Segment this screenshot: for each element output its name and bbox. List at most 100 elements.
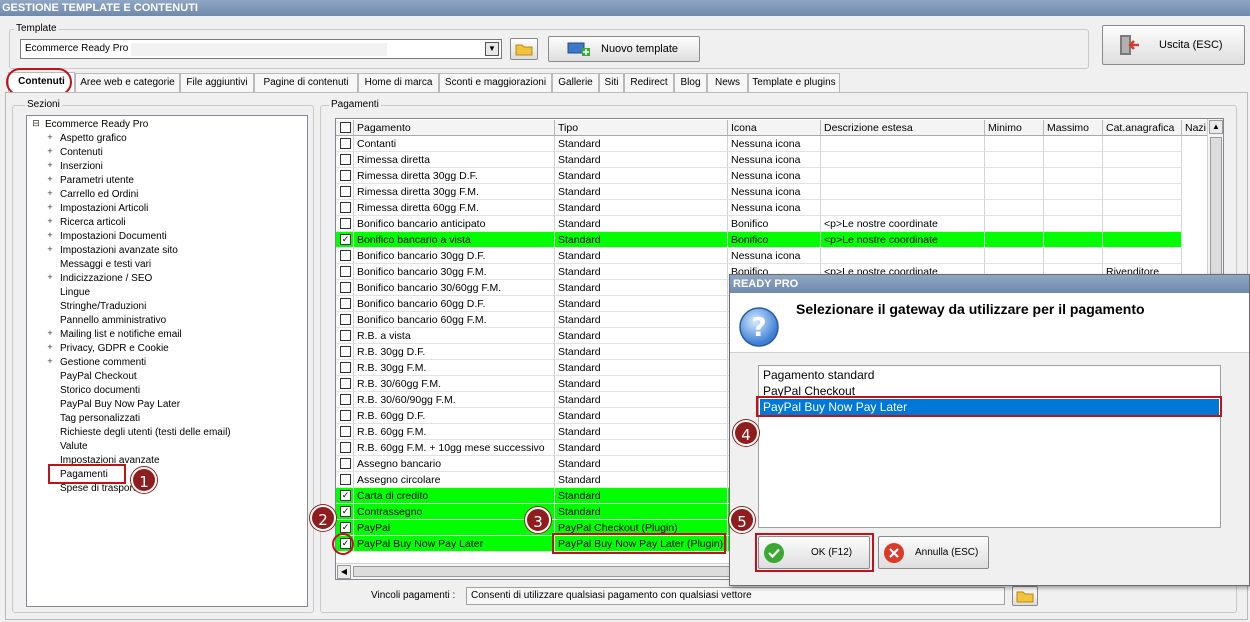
column-header[interactable]: Tipo [555,120,728,136]
expand-icon[interactable]: + [46,188,54,198]
row-checkbox[interactable] [340,410,351,421]
row-checkbox[interactable] [340,346,351,357]
tree-item[interactable]: Aspetto grafico [60,132,127,146]
select-all-checkbox[interactable] [340,122,351,133]
exit-button[interactable]: Uscita (ESC) [1102,25,1245,65]
column-header[interactable]: Minimo [985,120,1044,136]
cancel-button[interactable]: Annulla (ESC) [878,536,989,569]
tree-item[interactable]: Impostazioni Articoli [60,202,148,216]
collapse-icon[interactable]: ⊟ [32,118,40,129]
constraints-edit-button[interactable] [1012,586,1038,606]
expand-icon[interactable]: + [46,356,54,366]
expand-icon[interactable]: + [46,132,54,142]
tab-sconti-e-maggiorazioni[interactable]: Sconti e maggiorazioni [439,73,552,92]
row-checkbox[interactable] [340,442,351,453]
new-template-button[interactable]: Nuovo template [548,36,700,62]
row-checkbox[interactable] [340,458,351,469]
row-checkbox[interactable] [340,282,351,293]
gateway-option[interactable]: Pagamento standard [760,367,1219,383]
expand-icon[interactable]: + [46,272,54,282]
checked-checkbox[interactable]: ✓ [340,490,351,501]
tree-item[interactable]: Storico documenti [60,384,140,398]
column-header[interactable]: Icona [728,120,821,136]
table-row[interactable]: Rimessa diretta 30gg D.F. Standard Nessuna… [336,168,1208,184]
hscroll-thumb[interactable] [353,566,733,577]
tab-news[interactable]: News [707,73,748,92]
tree-item[interactable]: Mailing list e notifiche email [60,328,182,342]
template-select[interactable]: Ecommerce Ready Pro ▼ [20,39,502,59]
row-checkbox[interactable] [340,202,351,213]
column-header[interactable]: Descrizione estesa [821,120,985,136]
tree-item[interactable]: Valute [60,440,88,454]
expand-icon[interactable]: + [46,216,54,226]
row-checkbox[interactable] [340,362,351,373]
checked-checkbox[interactable]: ✓ [340,506,351,517]
tree-item[interactable]: Carrello ed Ordini [60,188,138,202]
expand-icon[interactable]: + [46,244,54,254]
chevron-down-icon[interactable]: ▼ [485,42,499,56]
expand-icon[interactable]: + [46,146,54,156]
table-row[interactable]: Bonifico bancario anticipato Standard Boni… [336,216,1208,232]
tab-pagine-di-contenuti[interactable]: Pagine di contenuti [254,73,358,92]
tab-aree-web-e-categorie[interactable]: Aree web e categorie [75,73,180,92]
gateway-list[interactable]: Pagamento standard PayPal Checkout PayPal … [758,365,1221,528]
tree-item[interactable]: Gestione commenti [60,356,146,370]
row-checkbox[interactable] [340,250,351,261]
open-folder-button[interactable] [510,38,538,60]
row-checkbox[interactable] [340,218,351,229]
tree-item[interactable]: Indicizzazione / SEO [60,272,152,286]
row-checkbox[interactable] [340,170,351,181]
tree-item[interactable]: Spese di trasporto [60,482,141,496]
column-header[interactable]: Massimo [1044,120,1103,136]
row-checkbox[interactable] [340,138,351,149]
row-checkbox[interactable] [340,186,351,197]
column-header[interactable]: Pagamento [354,120,555,136]
sections-tree[interactable]: Ecommerce Ready Pro ⊟ + Aspetto grafico + Con… [26,115,308,607]
table-row[interactable]: Rimessa diretta Standard Nessuna icona [336,152,1208,168]
tab-home-di-marca[interactable]: Home di marca [358,73,439,92]
table-row[interactable]: ✓ Bonifico bancario a vista Standard Bonifi… [336,232,1208,248]
tree-item[interactable]: Inserzioni [60,160,103,174]
tab-blog[interactable]: Blog [674,73,707,92]
tree-item[interactable]: Ricerca articoli [60,216,126,230]
scroll-left-arrow-icon[interactable]: ◀ [337,565,351,579]
row-checkbox[interactable] [340,474,351,485]
row-checkbox[interactable] [340,394,351,405]
tree-item[interactable]: Lingue [60,286,90,300]
table-row[interactable]: Rimessa diretta 60gg F.M. Standard Nessuna… [336,200,1208,216]
expand-icon[interactable]: + [46,230,54,240]
tree-item[interactable]: Impostazioni Documenti [60,230,167,244]
expand-icon[interactable]: + [46,174,54,184]
tab-template-e-plugins[interactable]: Template e plugins [748,73,840,92]
tree-item[interactable]: Stringhe/Traduzioni [60,300,146,314]
constraints-field[interactable]: Consenti di utilizzare qualsiasi pagamen… [466,587,1005,605]
table-row[interactable]: Rimessa diretta 30gg F.M. Standard Nessuna… [336,184,1208,200]
checked-checkbox[interactable]: ✓ [340,522,351,533]
tab-redirect[interactable]: Redirect [624,73,674,92]
tree-item[interactable]: PayPal Buy Now Pay Later [60,398,180,412]
tree-item[interactable]: Richieste degli utenti (testi delle emai… [60,426,231,440]
row-checkbox[interactable] [340,314,351,325]
tab-file-aggiuntivi[interactable]: File aggiuntivi [180,73,254,92]
row-checkbox[interactable] [340,426,351,437]
scroll-up-arrow-icon[interactable]: ▲ [1209,120,1223,134]
expand-icon[interactable]: + [46,328,54,338]
tree-item[interactable]: Contenuti [60,146,103,160]
expand-icon[interactable]: + [46,342,54,352]
tree-item[interactable]: Privacy, GDPR e Cookie [60,342,169,356]
tree-item[interactable]: Messaggi e testi vari [60,258,151,272]
row-checkbox[interactable] [340,330,351,341]
expand-icon[interactable]: + [46,160,54,170]
table-row[interactable]: Bonifico bancario 30gg D.F. Standard Nessu… [336,248,1208,264]
tree-item[interactable]: Tag personalizzati [60,412,140,426]
column-header[interactable]: Cat.anagrafica [1103,120,1182,136]
tree-item[interactable]: Pannello amministrativo [60,314,166,328]
row-checkbox[interactable] [340,266,351,277]
tree-item[interactable]: PayPal Checkout [60,370,137,384]
expand-icon[interactable]: + [46,202,54,212]
table-row[interactable]: Contanti Standard Nessuna icona [336,136,1208,152]
tree-item[interactable]: Impostazioni avanzate sito [60,244,178,258]
tab-siti[interactable]: Siti [599,73,624,92]
scroll-thumb[interactable] [1210,137,1222,277]
checked-checkbox[interactable]: ✓ [340,234,351,245]
